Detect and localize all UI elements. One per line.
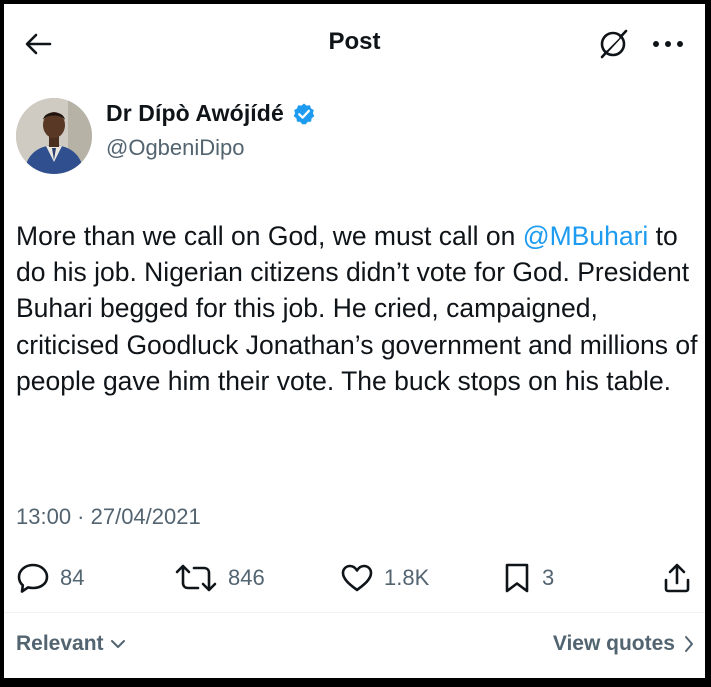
heart-icon: [341, 564, 373, 592]
tweet-text: More than we call on God, we must call o…: [16, 218, 700, 399]
tweet-timestamp[interactable]: 13:00 · 27/04/2021: [16, 504, 201, 530]
sort-dropdown[interactable]: Relevant: [16, 632, 126, 656]
post-screen: Post Dr Dípò Awójídé @OgbeniDipo More th…: [4, 4, 705, 678]
reply-count: 84: [60, 565, 85, 590]
chevron-right-icon: [685, 636, 693, 652]
view-quotes-label: View quotes: [552, 632, 675, 655]
like-button[interactable]: 1.8K: [340, 556, 429, 600]
more-horizontal-icon: [653, 41, 683, 47]
more-options-button[interactable]: [646, 24, 690, 64]
repost-icon: [175, 564, 217, 592]
top-bar: Post: [4, 4, 705, 84]
grok-button[interactable]: [594, 24, 634, 64]
reply-button[interactable]: 84: [16, 556, 84, 600]
repost-count: 846: [228, 565, 265, 590]
action-bar: 84 846 1.8K 3: [4, 556, 705, 600]
like-count: 1.8K: [384, 565, 430, 590]
mention-link[interactable]: @MBuhari: [523, 221, 649, 251]
sort-label: Relevant: [16, 632, 104, 655]
grok-icon: [600, 29, 628, 59]
author-name-row: Dr Dípò Awójídé: [106, 100, 316, 127]
reply-bubble-icon: [17, 563, 49, 593]
author-name[interactable]: Dr Dípò Awójídé: [106, 100, 284, 127]
bookmark-button[interactable]: 3: [502, 556, 554, 600]
divider: [4, 612, 705, 613]
avatar-photo: [16, 98, 92, 174]
tweet-text-start: More than we call on God, we must call o…: [16, 221, 516, 251]
bookmark-count: 3: [542, 565, 555, 590]
bookmark-icon: [505, 563, 529, 593]
chevron-down-icon: [110, 640, 125, 648]
verified-badge-icon: [293, 103, 315, 124]
avatar[interactable]: [16, 98, 92, 174]
view-quotes-link[interactable]: View quotes: [553, 632, 695, 656]
share-icon: [664, 563, 690, 593]
share-button[interactable]: [662, 556, 692, 600]
author-handle[interactable]: @OgbeniDipo: [106, 135, 245, 161]
repost-button[interactable]: 846: [174, 556, 265, 600]
